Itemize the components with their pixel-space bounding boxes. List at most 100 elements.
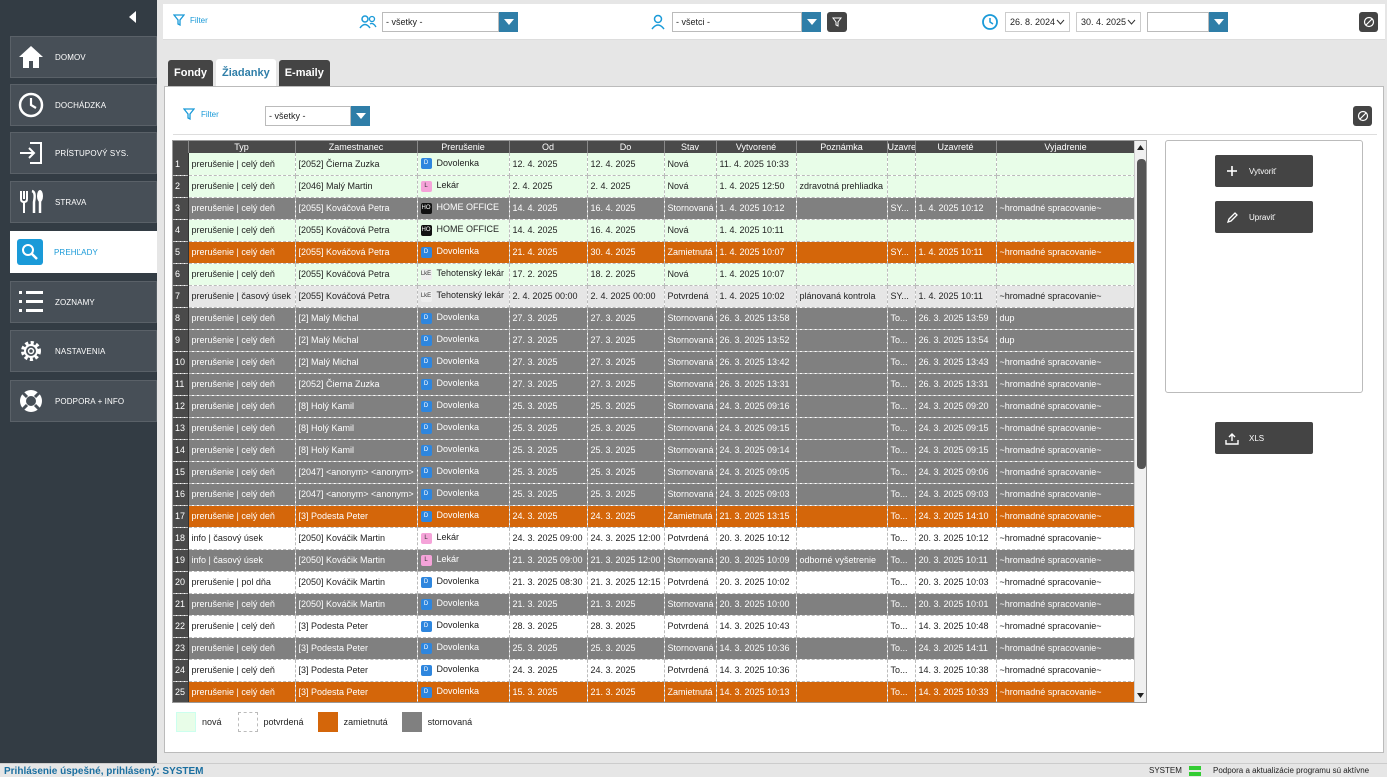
table-row[interactable]: 12 prerušenie | celý deň [8] Holý Kamil D Do… — [173, 395, 1136, 418]
requests-table[interactable]: Typ Zamestnanec Prerušenie Od Do Stav Vytvoren… — [172, 140, 1147, 703]
cell-uzt: 26. 3. 2025 13:59 — [915, 307, 997, 330]
row-number: 3 — [173, 197, 189, 220]
absence-type-label: Dovolenka — [436, 312, 480, 323]
sidebar-item-lifebuoy[interactable]: PODPORA + INFO — [10, 380, 157, 422]
sidebar-item-cutlery[interactable]: STRAVA — [10, 181, 157, 223]
table-scrollbar[interactable] — [1134, 141, 1146, 702]
column-header[interactable]: Uzavreté — [915, 141, 997, 153]
column-header[interactable]: Vyjadrenie — [996, 141, 1136, 153]
date-to-select[interactable]: 30. 4. 2025 — [1076, 12, 1141, 32]
sidebar-item-list[interactable]: ZOZNAMY — [10, 281, 157, 323]
export-xls-button[interactable]: XLS — [1215, 422, 1313, 454]
legend-label: zamietnutá — [343, 717, 388, 727]
cell-uzv — [887, 219, 916, 242]
cell-vyt: 26. 3. 2025 13:58 — [716, 307, 797, 330]
absence-type-icon: LkE — [420, 268, 432, 280]
absence-type-icon: D — [420, 664, 432, 676]
table-row[interactable]: 9 prerušenie | celý deň [2] Malý Michal D Do… — [173, 329, 1136, 352]
panel-filter-dropdown-button[interactable] — [351, 106, 370, 126]
cell-pr: D Dovolenka — [417, 615, 510, 638]
tab-1[interactable]: Žiadanky — [216, 59, 276, 87]
cell-zam: [2055] Kováčová Petra — [295, 241, 418, 264]
sidebar-item-login[interactable]: PRÍSTUPOVÝ SYS. — [10, 132, 157, 174]
table-row[interactable]: 11 prerušenie | celý deň [2052] Čierna Zuz… — [173, 373, 1136, 396]
group-select[interactable]: - všetky - — [382, 12, 499, 32]
date-from-select[interactable]: 26. 8. 2024 — [1005, 12, 1070, 32]
scroll-thumb[interactable] — [1137, 159, 1146, 469]
cell-pr: D Dovolenka — [417, 417, 510, 440]
cell-uzv: To... — [887, 593, 916, 616]
column-header[interactable]: Od — [509, 141, 588, 153]
sidebar-item-home[interactable]: DOMOV — [10, 36, 157, 78]
table-row[interactable]: 6 prerušenie | celý deň [2055] Kováčová Pe… — [173, 263, 1136, 286]
person-dropdown-button[interactable] — [802, 12, 821, 32]
row-number: 22 — [173, 615, 189, 638]
group-dropdown-button[interactable] — [499, 12, 518, 32]
table-row[interactable]: 14 prerušenie | celý deň [8] Holý Kamil D Do… — [173, 439, 1136, 462]
create-button[interactable]: Vytvoriť — [1215, 155, 1313, 187]
table-row[interactable]: 19 info | časový úsek [2050] Kováčik Marti… — [173, 549, 1136, 572]
column-header[interactable]: Prerušenie — [417, 141, 510, 153]
table-row[interactable]: 15 prerušenie | celý deň [2047] <anonym> <… — [173, 461, 1136, 484]
sidebar-item-clock[interactable]: DOCHÁDZKA — [10, 84, 157, 126]
table-row[interactable]: 7 prerušenie | časový úsek [2055] Kováčová… — [173, 285, 1136, 308]
cell-uzv: To... — [887, 615, 916, 638]
column-header[interactable]: Vytvorené — [716, 141, 797, 153]
column-header[interactable]: Poznámka — [796, 141, 888, 153]
sidebar-item-gear[interactable]: NASTAVENIA — [10, 330, 157, 372]
table-row[interactable]: 21 prerušenie | celý deň [2050] Kováčik Ma… — [173, 593, 1136, 616]
scroll-up-icon[interactable] — [1135, 143, 1146, 153]
person-select[interactable]: - všetci - — [672, 12, 802, 32]
tab-0[interactable]: Fondy — [168, 60, 213, 86]
absence-type-label: Tehotenský lekár — [436, 268, 505, 279]
cell-od: 24. 3. 2025 09:00 — [509, 527, 588, 550]
table-row[interactable]: 23 prerušenie | celý deň [3] Podesta Peter… — [173, 637, 1136, 660]
table-row[interactable]: 17 prerušenie | celý deň [3] Podesta Peter… — [173, 505, 1136, 528]
table-row[interactable]: 3 prerušenie | celý deň [2055] Kováčová Pe… — [173, 197, 1136, 220]
cell-typ: info | časový úsek — [188, 549, 296, 572]
table-row[interactable]: 8 prerušenie | celý deň [2] Malý Michal D Do… — [173, 307, 1136, 330]
cell-od: 25. 3. 2025 — [509, 461, 588, 484]
cell-do: 21. 3. 2025 12:15 — [587, 571, 665, 594]
sidebar-item-search[interactable]: PREHĽADY — [10, 231, 157, 273]
cell-uzv: To... — [887, 549, 916, 572]
sidebar-item-label: STRAVA — [55, 197, 87, 207]
clear-filter-button[interactable] — [1359, 12, 1378, 32]
cell-uzt: 24. 3. 2025 09:15 — [915, 417, 997, 440]
table-row[interactable]: 16 prerušenie | celý deň [2047] <anonym> <… — [173, 483, 1136, 506]
table-row[interactable]: 5 prerušenie | celý deň [2055] Kováčová Pe… — [173, 241, 1136, 264]
clock-icon — [982, 14, 998, 30]
absence-type-label: Tehotenský lekár — [436, 290, 505, 301]
absence-type-label: Dovolenka — [436, 378, 480, 389]
table-row[interactable]: 22 prerušenie | celý deň [3] Podesta Peter… — [173, 615, 1136, 638]
table-row[interactable]: 2 prerušenie | celý deň [2046] Malý Martin… — [173, 175, 1136, 198]
table-row[interactable]: 18 info | časový úsek [2050] Kováčik Marti… — [173, 527, 1136, 550]
cell-uzt — [915, 175, 997, 198]
period-dropdown-button[interactable] — [1209, 12, 1228, 32]
table-row[interactable]: 24 prerušenie | celý deň [3] Podesta Peter… — [173, 659, 1136, 682]
person-filter-button[interactable] — [827, 12, 847, 32]
absence-type-label: Dovolenka — [436, 356, 480, 367]
edit-button[interactable]: Upraviť — [1215, 201, 1313, 233]
collapse-sidebar-icon[interactable] — [126, 9, 140, 25]
column-header[interactable]: Do — [587, 141, 665, 153]
cell-uzv: To... — [887, 461, 916, 484]
table-row[interactable]: 25 prerušenie | celý deň [3] Podesta Peter… — [173, 681, 1136, 702]
column-header[interactable]: Uzavre — [887, 141, 916, 153]
scroll-down-icon[interactable] — [1135, 690, 1146, 700]
table-row[interactable]: 20 prerušenie | pol dňa [2050] Kováčik Mar… — [173, 571, 1136, 594]
column-header[interactable]: Typ — [188, 141, 296, 153]
column-header[interactable]: Stav — [664, 141, 717, 153]
top-filter-bar: Filter - všetky - - všetci - 26. 8. 2024… — [163, 4, 1385, 40]
cell-uzt: 20. 3. 2025 10:11 — [915, 549, 997, 572]
table-row[interactable]: 13 prerušenie | celý deň [8] Holý Kamil D Do… — [173, 417, 1136, 440]
tab-2[interactable]: E-maily — [278, 60, 330, 86]
panel-clear-button[interactable] — [1353, 106, 1372, 126]
column-header[interactable]: Zamestnanec — [295, 141, 418, 153]
table-row[interactable]: 10 prerušenie | celý deň [2] Malý Michal D D… — [173, 351, 1136, 374]
period-select[interactable] — [1147, 12, 1209, 32]
table-row[interactable]: 1 prerušenie | celý deň [2052] Čierna Zuzk… — [173, 153, 1136, 176]
table-row[interactable]: 4 prerušenie | celý deň [2055] Kováčová Pe… — [173, 219, 1136, 242]
panel-filter-select[interactable]: - všetky - — [265, 106, 351, 126]
cell-typ: prerušenie | celý deň — [188, 395, 296, 418]
